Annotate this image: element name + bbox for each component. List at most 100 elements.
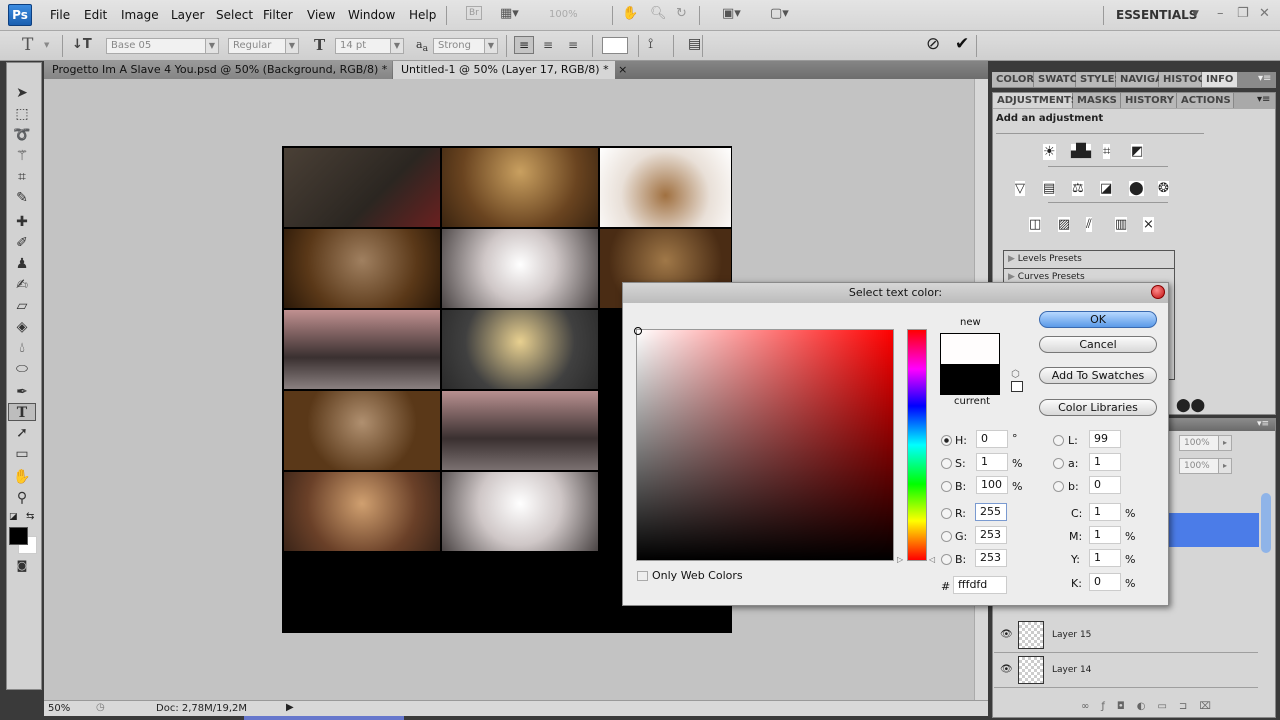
clone-stamp-tool-icon[interactable]: ♟ <box>8 255 36 273</box>
selective-color-icon[interactable]: ⨯ <box>1143 217 1154 232</box>
tab-masks[interactable]: MASKS <box>1073 93 1121 108</box>
gamut-cube-icon[interactable]: ⬡ <box>1011 369 1020 380</box>
align-left-button[interactable]: ≡ <box>514 36 534 54</box>
exposure-icon[interactable]: ◩ <box>1131 144 1144 159</box>
close-window-icon[interactable]: ✕ <box>1259 6 1270 21</box>
horizontal-scrollbar[interactable] <box>244 716 404 720</box>
gradient-map-icon[interactable]: ▥ <box>1115 217 1128 232</box>
black-white-icon[interactable]: ◪ <box>1100 181 1113 196</box>
font-size-dropdown-icon[interactable]: ▼ <box>390 38 404 54</box>
menu-filter[interactable]: Filter <box>263 8 293 22</box>
preset-item[interactable]: ▶ Levels Presets <box>1004 251 1174 269</box>
menu-edit[interactable]: Edit <box>84 8 107 22</box>
tab-close-icon[interactable]: × <box>618 63 627 76</box>
font-family-select[interactable]: Base 05 <box>106 38 206 54</box>
hue-input[interactable]: 0 <box>976 430 1008 448</box>
lightness-input[interactable]: 99 <box>1089 430 1121 448</box>
curves-icon[interactable]: ⌗ <box>1103 144 1111 159</box>
saturation-input[interactable]: 1 <box>976 453 1008 471</box>
restore-icon[interactable]: ❐ <box>1237 6 1249 21</box>
fill-slider-icon[interactable]: ▸ <box>1218 458 1232 474</box>
ok-button[interactable]: OK <box>1039 311 1157 328</box>
menu-select[interactable]: Select <box>216 8 253 22</box>
text-orientation-icon[interactable]: ↓T <box>72 37 92 52</box>
preset-dropdown-icon[interactable]: ▼ <box>44 41 49 49</box>
green-radio[interactable] <box>941 531 952 542</box>
hex-input[interactable]: fffdfd <box>953 576 1007 594</box>
blue-input[interactable]: 253 <box>975 549 1007 567</box>
hue-saturation-icon[interactable]: ▤ <box>1043 181 1056 196</box>
yellow-input[interactable]: 1 <box>1089 549 1121 567</box>
document-tab-active[interactable]: Untitled-1 @ 50% (Layer 17, RGB/8) * × <box>393 61 627 79</box>
shape-tool-icon[interactable]: ▭ <box>8 445 36 463</box>
workspace-dropdown-icon[interactable]: ▼ <box>1192 9 1199 19</box>
threshold-icon[interactable]: ⫽ <box>1086 217 1092 232</box>
brush-tool-icon[interactable]: ✐ <box>8 234 36 252</box>
tab-actions[interactable]: ACTIONS <box>1177 93 1234 108</box>
text-color-swatch[interactable] <box>602 37 628 54</box>
quick-mask-icon[interactable]: ◙ <box>8 557 36 575</box>
align-center-button[interactable]: ≡ <box>543 38 553 52</box>
hue-radio[interactable] <box>941 435 952 446</box>
black-input[interactable]: 0 <box>1089 573 1121 591</box>
layer-row[interactable]: 👁︎ Layer 14 <box>994 654 1258 688</box>
swap-colors-icon[interactable]: ⇆ <box>26 511 34 522</box>
eyedropper-tool-icon[interactable]: ✎ <box>8 189 36 207</box>
panel-menu-icon[interactable]: ▾≡ <box>1257 94 1270 105</box>
layer-row[interactable]: 👁︎ Layer 15 <box>994 619 1258 653</box>
minimize-icon[interactable]: – <box>1217 6 1224 21</box>
a-channel-input[interactable]: 1 <box>1089 453 1121 471</box>
zoom-tool-icon[interactable]: ⚲ <box>8 489 36 507</box>
menu-layer[interactable]: Layer <box>171 8 204 22</box>
paint-bucket-tool-icon[interactable]: ◈ <box>8 318 36 336</box>
adjustment-clip-icon[interactable]: ⬤⬤ <box>1176 398 1205 413</box>
blue-radio[interactable] <box>941 554 952 565</box>
document-tab[interactable]: Progetto Im A Slave 4 You.psd @ 50% (Bac… <box>44 61 406 79</box>
lightness-radio[interactable] <box>1053 435 1064 446</box>
dodge-tool-icon[interactable]: ⬭ <box>8 360 36 378</box>
b-channel-input[interactable]: 0 <box>1089 476 1121 494</box>
green-input[interactable]: 253 <box>975 526 1007 544</box>
menu-file[interactable]: File <box>50 8 70 22</box>
red-input[interactable]: 255 <box>975 503 1007 521</box>
opacity-field[interactable]: 100% <box>1179 435 1219 451</box>
invert-icon[interactable]: ◫ <box>1029 217 1042 232</box>
eraser-tool-icon[interactable]: ▱ <box>8 297 36 315</box>
hand-tool-icon[interactable]: ✋ <box>8 468 36 486</box>
hue-slider-right-arrow-icon[interactable]: ◁ <box>929 555 935 564</box>
tab-info[interactable]: INFO <box>1202 72 1238 87</box>
history-brush-tool-icon[interactable]: ✍ <box>8 276 36 294</box>
brightness-contrast-icon[interactable]: ☀ <box>1043 144 1056 160</box>
panel-menu-icon[interactable]: ▾≡ <box>1258 73 1271 84</box>
font-style-select[interactable]: Regular <box>228 38 286 54</box>
workspace-switcher[interactable]: ESSENTIALS <box>1116 8 1197 22</box>
brightness-radio[interactable] <box>941 481 952 492</box>
tab-swatches[interactable]: SWATC <box>1034 72 1077 87</box>
align-right-button[interactable]: ≡ <box>568 38 578 52</box>
color-picker-cursor[interactable] <box>634 327 642 335</box>
add-to-swatches-button[interactable]: Add To Swatches <box>1039 367 1157 384</box>
type-tool-preset-icon[interactable]: T <box>22 35 33 55</box>
photo-filter-icon[interactable]: ⬤ <box>1129 181 1144 196</box>
zoom-level-dropdown[interactable]: 100% <box>549 9 578 20</box>
visibility-eye-icon[interactable]: 👁︎ <box>1000 629 1013 640</box>
only-web-colors-checkbox[interactable] <box>637 571 648 581</box>
extras-icon[interactable]: ▦▾ <box>500 6 519 21</box>
color-balance-icon[interactable]: ⚖ <box>1072 181 1084 196</box>
tab-navigator[interactable]: NAVIGA <box>1116 72 1163 87</box>
color-field[interactable] <box>634 327 894 561</box>
zoom-icon[interactable]: 🔍︎ <box>650 6 667 21</box>
layers-scrollbar-thumb[interactable] <box>1261 493 1271 553</box>
default-colors-icon[interactable]: ◪ <box>9 512 18 522</box>
font-family-dropdown-icon[interactable]: ▼ <box>205 38 219 54</box>
fill-field[interactable]: 100% <box>1179 458 1219 474</box>
screen-mode-icon[interactable]: ▢▾ <box>770 6 789 21</box>
tab-history[interactable]: HISTORY <box>1121 93 1177 108</box>
lasso-tool-icon[interactable]: ➰ <box>8 126 36 144</box>
panel-menu-icon[interactable]: ▾≡ <box>1257 419 1269 429</box>
tab-adjustments[interactable]: ADJUSTMENTS <box>993 93 1078 108</box>
web-safe-swatch[interactable] <box>1011 381 1023 392</box>
hue-slider-left-arrow-icon[interactable]: ▷ <box>897 555 903 564</box>
zoom-level-field[interactable]: 50% <box>48 703 70 714</box>
type-tool-icon[interactable]: T <box>8 403 36 421</box>
